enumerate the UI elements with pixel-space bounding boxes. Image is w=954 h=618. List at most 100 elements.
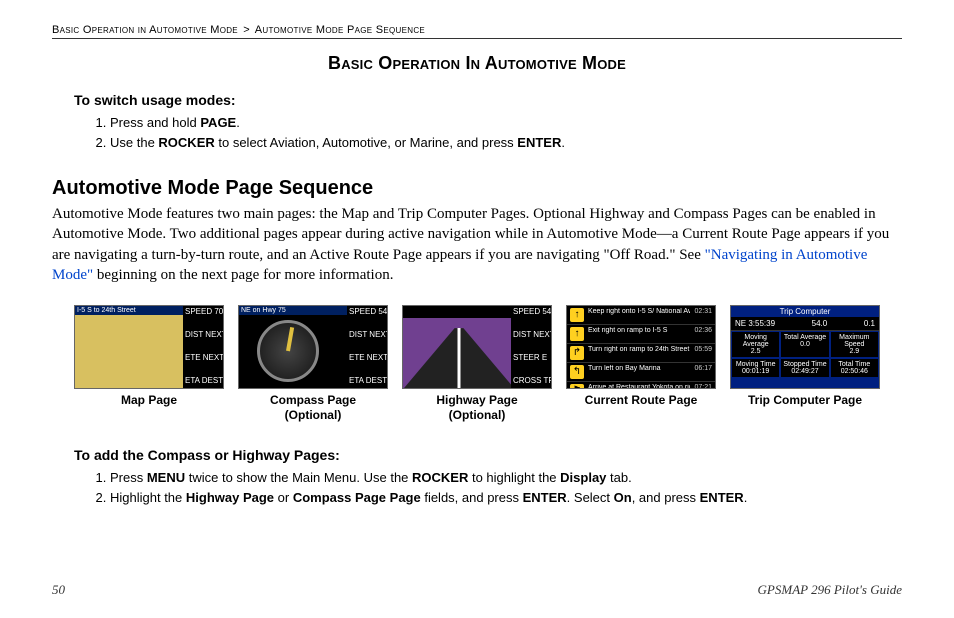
- route-line: ↑Exit right on ramp to I-5 S02:36: [567, 325, 715, 344]
- caption: Highway Page (Optional): [436, 393, 517, 423]
- flag-icon: ⚑: [570, 384, 584, 389]
- stat: ETA DEST 4:00: [349, 377, 385, 386]
- key-enter: ENTER: [700, 490, 744, 505]
- trip-cell: Total Time02:50:46: [830, 358, 879, 378]
- value: 02:50:46: [841, 368, 868, 375]
- page-number: 50: [52, 582, 65, 598]
- stat: ETE NEXT 02:41: [349, 354, 385, 363]
- text: , and press: [632, 490, 700, 505]
- key-enter: ENTER: [517, 135, 561, 150]
- text: twice to show the Main Menu. Use the: [185, 470, 412, 485]
- stat: ETE NEXT 02:30: [185, 354, 221, 363]
- route-time: 02:31: [694, 308, 712, 315]
- label: Total Time: [838, 361, 870, 368]
- caption: Trip Computer Page: [748, 393, 862, 408]
- text: Press: [110, 470, 147, 485]
- route-line: ↱ Turn right on ramp to 24th Street 05:59: [567, 344, 715, 363]
- route-time: 02:36: [694, 327, 712, 334]
- current-route-thumb: ↑ Keep right onto I-5 S/ National Avenue 0…: [566, 305, 716, 389]
- key-enter: ENTER: [523, 490, 567, 505]
- switch-step-1: Press and hold PAGE.: [110, 114, 902, 132]
- section-heading: Automotive Mode Page Sequence: [52, 177, 902, 200]
- key-rocker: ROCKER: [158, 135, 214, 150]
- text: to highlight the: [468, 470, 560, 485]
- map-topbar: I-5 S to 24th Street: [75, 306, 187, 315]
- stat: STEER E: [513, 354, 549, 363]
- figure-trip-computer-page: Trip Computer NE 3:55:39 54.0 0.1 Moving…: [730, 305, 880, 423]
- text: Highlight the: [110, 490, 186, 505]
- highway-sidebar: SPEED 54.0 DIST NEXT 1.3 STEER E CROSS T…: [511, 306, 551, 388]
- route-time: 07:21: [694, 384, 712, 389]
- add-pages-heading: To add the Compass or Highway Pages:: [52, 447, 902, 463]
- field-highway-page: Highway Page: [186, 490, 274, 505]
- key-menu: MENU: [147, 470, 185, 485]
- map-page-thumb: I-5 S to 24th Street SPEED 70.0 DIST NEX…: [74, 305, 224, 389]
- stat: SPEED 70.0: [185, 308, 221, 317]
- text: .: [744, 490, 748, 505]
- trip-row-speeds: Moving Average2.5 Total Average0.0 Maxim…: [731, 331, 879, 358]
- route-text: Turn left on Bay Marina: [588, 365, 690, 372]
- breadcrumb-sub: Automotive Mode Page Sequence: [255, 24, 425, 36]
- manual-page: Basic Operation in Automotive Mode > Aut…: [0, 0, 954, 618]
- trip-odo-val: 0.1: [862, 319, 877, 328]
- compass-icon: [257, 320, 319, 382]
- switch-step-2: Use the ROCKER to select Aviation, Autom…: [110, 134, 902, 152]
- figure-current-route-page: ↑ Keep right onto I-5 S/ National Avenue 0…: [566, 305, 716, 423]
- key-page: PAGE: [200, 115, 236, 130]
- highway-area: NE 060 075 E 105 120 SE: [403, 318, 515, 388]
- text: Use the: [110, 135, 158, 150]
- figure-highway-page: NE 060 075 E 105 120 SE SPEED 54.0 DIST …: [402, 305, 552, 423]
- figure-compass-page: NE on Hwy 75 SPEED 54.0 DIST NEXT 1.3 ET…: [238, 305, 388, 423]
- value: 00:01:19: [742, 368, 769, 375]
- add-step-1: Press MENU twice to show the Main Menu. …: [110, 469, 902, 487]
- compass-area: NE on Hwy 75: [239, 306, 351, 388]
- value: 0.0: [800, 341, 810, 348]
- compass-sidebar: SPEED 54.0 DIST NEXT 1.3 ETE NEXT 02:41 …: [347, 306, 387, 388]
- text: or: [274, 490, 293, 505]
- trip-computer-thumb: Trip Computer NE 3:55:39 54.0 0.1 Moving…: [730, 305, 880, 389]
- breadcrumb-sep: >: [243, 24, 250, 36]
- label: Maximum Speed: [839, 334, 869, 348]
- add-pages-steps: Press MENU twice to show the Main Menu. …: [52, 467, 902, 508]
- route-time: 06:17: [694, 365, 712, 372]
- stat: SPEED 54.0: [349, 308, 385, 317]
- page-title: Basic Operation In Automotive Mode: [52, 53, 902, 74]
- page-footer: 50 GPSMAP 296 Pilot's Guide: [52, 582, 902, 598]
- stat: CROSS TRACK R0.3: [513, 377, 549, 386]
- value: 02:49:27: [791, 368, 818, 375]
- highway-page-thumb: NE 060 075 E 105 120 SE SPEED 54.0 DIST …: [402, 305, 552, 389]
- stat: DIST NEXT 1.3: [513, 331, 549, 340]
- caption: Current Route Page: [585, 393, 698, 408]
- label: Stopped Time: [783, 361, 826, 368]
- compass-page-thumb: NE on Hwy 75 SPEED 54.0 DIST NEXT 1.3 ET…: [238, 305, 388, 389]
- caption: Compass Page (Optional): [270, 393, 356, 423]
- stat: DIST NEXT 1.3: [349, 331, 385, 340]
- option-on: On: [614, 490, 632, 505]
- text: fields, and press: [421, 490, 523, 505]
- label: Moving Average: [743, 334, 769, 348]
- route-line: ↰ Turn left on Bay Marina 06:17: [567, 363, 715, 382]
- trip-heading-val: NE 3:55:39: [733, 319, 777, 328]
- map-area: I-5 S to 24th Street: [75, 306, 187, 388]
- route-text: Keep right onto I-5 S/ National Avenue: [588, 308, 690, 315]
- arrow-icon: ↱: [570, 346, 584, 360]
- route-time: 05:59: [694, 346, 712, 353]
- tab-display: Display: [560, 470, 606, 485]
- text: beginning on the next page for more info…: [93, 267, 393, 283]
- add-step-2: Highlight the Highway Page or Compass Pa…: [110, 489, 902, 507]
- label: Moving Time: [736, 361, 776, 368]
- trip-title: Trip Computer: [731, 306, 879, 317]
- trip-cell: Moving Time00:01:19: [731, 358, 780, 378]
- text: .: [561, 135, 565, 150]
- trip-speed-val: 54.0: [810, 319, 830, 328]
- route-line: ⚑Arrive at Restaurant Yokota on right07:…: [567, 382, 715, 389]
- trip-cell: Moving Average2.5: [731, 331, 780, 358]
- trip-row-times: Moving Time00:01:19 Stopped Time02:49:27…: [731, 358, 879, 378]
- text: tab.: [606, 470, 631, 485]
- arrow-icon: ↰: [570, 365, 584, 379]
- field-compass-page: Compass Page Page: [293, 490, 421, 505]
- arrow-icon: ↑: [570, 308, 584, 322]
- breadcrumb-section: Basic Operation in Automotive Mode: [52, 24, 238, 36]
- route-text: Turn right on ramp to 24th Street: [588, 346, 690, 353]
- stat: ETA DEST 4:00: [185, 377, 221, 386]
